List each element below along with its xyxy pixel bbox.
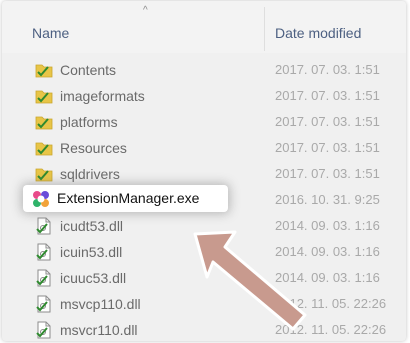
- pointer-arrow-annotation: [193, 230, 307, 331]
